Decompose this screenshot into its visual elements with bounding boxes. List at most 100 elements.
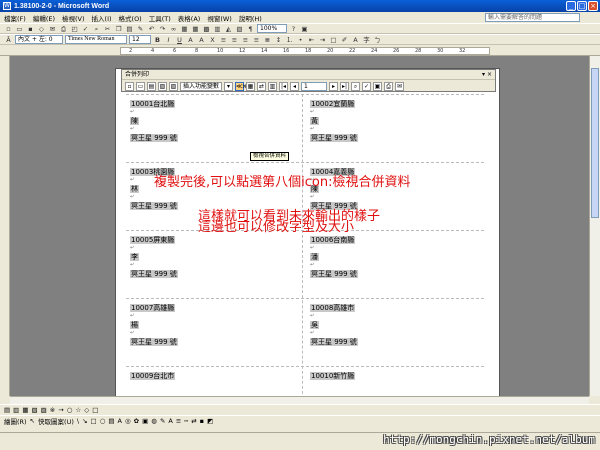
save-icon[interactable]: ▪ xyxy=(26,25,35,33)
label-cell[interactable]: 10006台南縣 ↵ 潘 ↵ 冥王星 999 號 xyxy=(306,230,484,298)
char-shading-icon[interactable]: A xyxy=(197,36,206,44)
align-right-icon[interactable]: ≡ xyxy=(241,36,250,44)
recipients-icon[interactable]: ▤ xyxy=(147,81,156,91)
horizontal-ruler[interactable]: 2 4 6 8 10 12 14 16 18 20 22 24 26 28 30 32 xyxy=(0,46,600,56)
view-print-icon[interactable]: ▦ xyxy=(22,406,28,414)
merge-new-doc-icon[interactable]: ▣ xyxy=(373,81,383,91)
horizontal-scrollbar[interactable] xyxy=(10,396,589,404)
toolbar-close-icon[interactable]: ▾ × xyxy=(482,70,492,79)
next-record-icon[interactable]: ▸ xyxy=(329,81,339,91)
print-preview-icon[interactable]: ◰ xyxy=(70,25,79,33)
menu-help[interactable]: 說明(H) xyxy=(239,13,262,23)
menu-table[interactable]: 表格(A) xyxy=(178,13,201,23)
italic-icon[interactable]: I xyxy=(164,36,173,44)
bullets-icon[interactable]: • xyxy=(296,36,305,44)
oval-icon[interactable]: ○ xyxy=(100,417,106,425)
record-number-field[interactable]: 1 xyxy=(301,81,328,91)
phonetic-guide-icon[interactable]: ㄅ xyxy=(373,36,382,44)
vertical-scrollbar[interactable] xyxy=(589,56,600,396)
help-icon[interactable]: ? xyxy=(289,25,298,33)
help-search-input[interactable]: 輸入需要解答的問題 xyxy=(485,13,580,22)
drawing-icon[interactable]: ◭ xyxy=(224,25,233,33)
underline-icon[interactable]: U xyxy=(175,36,184,44)
textbox-icon[interactable]: ▤ xyxy=(108,417,114,425)
undo-icon[interactable]: ↶ xyxy=(147,25,156,33)
print-icon[interactable]: ⎙ xyxy=(59,25,68,33)
font-color-draw-icon[interactable]: A xyxy=(168,417,172,425)
insert-word-field-icon[interactable]: ▾ xyxy=(224,81,234,91)
numbering-icon[interactable]: ⒈ xyxy=(285,36,294,44)
align-left-icon[interactable]: ≡ xyxy=(219,36,228,44)
find-entry-icon[interactable]: ⌕ xyxy=(351,81,361,91)
main-document-setup-icon[interactable]: ▫ xyxy=(125,81,134,91)
menu-file[interactable]: 檔案(F) xyxy=(4,13,26,23)
highlight-fields-icon[interactable]: ▦ xyxy=(246,81,256,91)
wordart-icon[interactable]: A xyxy=(118,417,122,425)
format-painter-icon[interactable]: ✎ xyxy=(136,25,145,33)
menu-insert[interactable]: 插入(I) xyxy=(92,13,112,23)
increase-indent-icon[interactable]: ⇥ xyxy=(318,36,327,44)
bold-icon[interactable]: B xyxy=(153,36,162,44)
clipart-icon[interactable]: ✿ xyxy=(134,417,139,425)
label-cell[interactable]: 10009台北市 xyxy=(126,366,304,396)
document-map-icon[interactable]: ▧ xyxy=(235,25,244,33)
dash-style-icon[interactable]: ┅ xyxy=(184,417,188,425)
line-color-icon[interactable]: ✎ xyxy=(160,417,165,425)
style-select[interactable]: 內文 + 左: 0 xyxy=(15,35,63,44)
shadow-icon[interactable]: ▪ xyxy=(200,417,204,425)
3d-icon[interactable]: ◩ xyxy=(207,417,213,425)
spelling-icon[interactable]: ✓ xyxy=(81,25,90,33)
scrollbar-thumb[interactable] xyxy=(591,68,599,218)
callout-icon[interactable]: □ xyxy=(92,406,98,414)
zoom-select[interactable]: 100% xyxy=(257,24,287,33)
tables-borders-icon[interactable]: ▦ xyxy=(180,25,189,33)
merge-printer-icon[interactable]: ⎙ xyxy=(384,81,394,91)
insert-table-icon[interactable]: ▦ xyxy=(191,25,200,33)
highlight-icon[interactable]: ✐ xyxy=(340,36,349,44)
char-border-icon[interactable]: A xyxy=(186,36,195,44)
menu-tools[interactable]: 工具(T) xyxy=(149,13,171,23)
insert-greeting-icon[interactable]: ▨ xyxy=(169,81,178,91)
label-cell[interactable]: 10010新竹縣 xyxy=(306,366,484,396)
insert-address-block-icon[interactable]: ▧ xyxy=(158,81,167,91)
insert-merge-field-dropdown[interactable]: 插入功能變數 xyxy=(180,81,223,91)
line-icon[interactable]: \ xyxy=(77,417,79,425)
outside-border-icon[interactable]: □ xyxy=(329,36,338,44)
label-cell[interactable]: 10007高雄縣 ↵ 楊 ↵ 冥王星 999 號 xyxy=(126,298,304,366)
menu-format[interactable]: 格式(O) xyxy=(119,13,142,23)
font-select[interactable]: Times New Roman xyxy=(65,35,127,44)
justify-icon[interactable]: ≡ xyxy=(252,36,261,44)
paste-icon[interactable]: ▤ xyxy=(125,25,134,33)
picture-icon[interactable]: ▣ xyxy=(142,417,148,425)
label-cell[interactable]: 10005屏東縣 ↵ 李 ↵ 冥王星 999 號 xyxy=(126,230,304,298)
autoshapes-button[interactable]: 快取圖案(U) xyxy=(38,416,74,426)
new-document-icon[interactable]: ▫ xyxy=(4,25,13,33)
align-center-icon[interactable]: ≡ xyxy=(230,36,239,44)
view-normal-icon[interactable]: ▤ xyxy=(4,406,10,414)
insert-excel-icon[interactable]: ▩ xyxy=(202,25,211,33)
decrease-indent-icon[interactable]: ⇤ xyxy=(307,36,316,44)
rectangle-icon[interactable]: □ xyxy=(91,417,97,425)
open-folder-icon[interactable]: ▭ xyxy=(15,25,24,33)
propagate-labels-icon[interactable]: ▥ xyxy=(268,81,278,91)
styles-icon[interactable]: Ᾱ xyxy=(4,36,13,44)
minimize-button[interactable]: _ xyxy=(566,1,576,11)
merge-email-icon[interactable]: ✉ xyxy=(395,81,405,91)
email-icon[interactable]: ✉ xyxy=(48,25,57,33)
view-web-icon[interactable]: ▥ xyxy=(13,406,19,414)
star-icon[interactable]: ☆ xyxy=(75,406,81,414)
view-merged-data-icon[interactable]: ≪≫ xyxy=(235,81,249,91)
enclose-char-icon[interactable]: 字 xyxy=(362,36,371,44)
read-icon[interactable]: ▣ xyxy=(300,25,309,33)
check-errors-icon[interactable]: ✓ xyxy=(362,81,372,91)
diagram-icon[interactable]: ◎ xyxy=(125,417,131,425)
maximize-button[interactable]: □ xyxy=(577,1,587,11)
line-spacing-icon[interactable]: ↕ xyxy=(274,36,283,44)
arrow-style-icon[interactable]: ⇄ xyxy=(191,417,196,425)
menu-edit[interactable]: 編輯(E) xyxy=(33,13,55,23)
columns-icon[interactable]: ▥ xyxy=(213,25,222,33)
permission-icon[interactable]: ◇ xyxy=(37,25,46,33)
arrow-tool-icon[interactable]: ↘ xyxy=(82,417,87,425)
cut-icon[interactable]: ✂ xyxy=(103,25,112,33)
fill-color-icon[interactable]: ◍ xyxy=(151,417,157,425)
